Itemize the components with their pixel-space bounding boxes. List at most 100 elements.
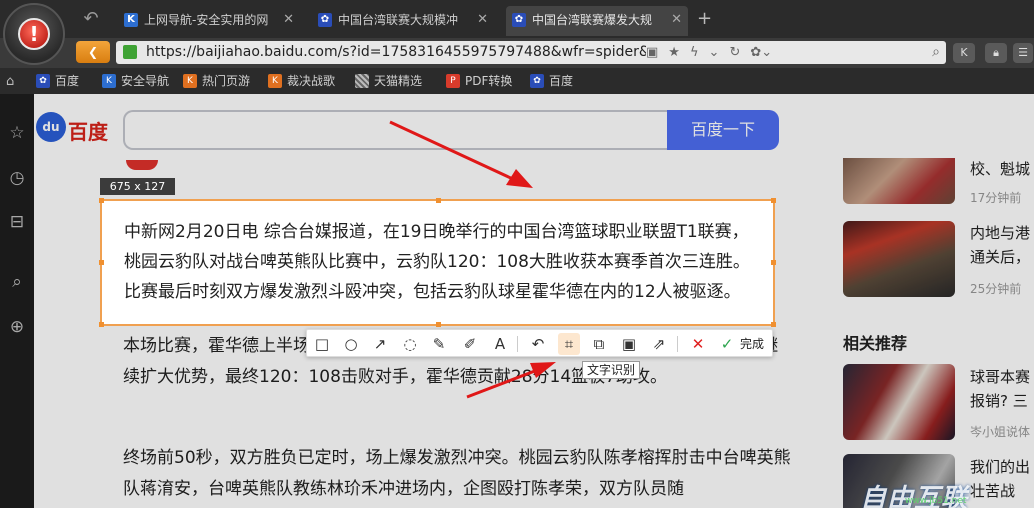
selection-size-label: 675 x 127 — [100, 178, 175, 195]
padlock-icon[interactable]: 🔒︎ — [985, 43, 1007, 63]
resize-handle[interactable] — [771, 322, 776, 327]
resize-handle[interactable] — [436, 322, 441, 327]
news-thumbnail[interactable] — [843, 158, 955, 204]
close-icon[interactable]: ✕ — [283, 6, 294, 34]
k-orange-icon: K — [183, 74, 197, 88]
share-icon[interactable]: ⇗ — [648, 333, 670, 355]
undo-icon[interactable]: ↶ — [527, 333, 549, 355]
resize-handle[interactable] — [99, 322, 104, 327]
resize-handle[interactable] — [99, 260, 104, 265]
resize-handle[interactable] — [99, 198, 104, 203]
news-title[interactable]: 球哥本赛 — [970, 366, 1030, 389]
speech-bubble-icon[interactable]: ◌ — [399, 333, 421, 355]
article-paragraph-3: 终场前50秒，双方胜负已定时，场上爆发激烈冲突。桃园云豹队陈孝榕挥肘击中台啤英熊… — [123, 448, 791, 499]
baidu-paw-icon: ✿ — [530, 74, 544, 88]
ocr-icon[interactable]: ⌗ — [558, 333, 580, 355]
news-title[interactable]: 校、魁城 — [970, 158, 1030, 181]
bookmark-label: 百度 — [549, 74, 574, 88]
star-icon[interactable]: ★ — [668, 45, 680, 60]
image-icon[interactable]: ▣ — [646, 45, 658, 60]
news-time: 25分钟前 — [970, 282, 1022, 296]
news-title[interactable]: 我们的出 — [970, 456, 1030, 479]
address-bar: ❮ https://baijiahao.baidu.com/s?id=17583… — [0, 38, 1034, 68]
clock-icon[interactable]: ◷ — [6, 167, 28, 189]
refresh-icon[interactable]: ↻ — [729, 45, 740, 60]
news-source: 岑小姐说体 — [970, 425, 1031, 439]
confirm-icon[interactable]: ✓ — [716, 333, 738, 355]
resize-handle[interactable] — [771, 198, 776, 203]
news-title[interactable]: 报销? 三 — [970, 390, 1028, 413]
text-icon[interactable]: A — [489, 333, 511, 355]
k-shield-icon: K — [124, 13, 138, 27]
baidu-logo-text: 百度 — [68, 120, 108, 144]
title-bar: ↶ K 上网导航-安全实用的网 ✕ ✿ 中国台湾联赛大规模冲 ✕ ✿ 中国台湾联… — [0, 0, 1034, 38]
close-icon[interactable]: ✕ — [477, 6, 488, 34]
new-tab-plus-icon[interactable]: + — [697, 9, 712, 29]
translate-icon[interactable]: ⧉ — [588, 333, 610, 355]
side-dock: ☆ ◷ ⊟ ⌕ ⊕ — [0, 94, 34, 508]
rectangle-icon[interactable]: □ — [311, 333, 333, 355]
bookmark-tmall[interactable]: 天猫精选 — [355, 73, 422, 89]
search-icon[interactable]: ⌕ — [6, 271, 28, 293]
tab-2[interactable]: ✿ 中国台湾联赛大规模冲 ✕ — [312, 6, 494, 36]
save-icon[interactable]: ▣ — [618, 333, 640, 355]
news-thumbnail[interactable] — [843, 221, 955, 297]
baidu-paw-icon: ✿ — [512, 13, 526, 27]
tab-label: 上网导航-安全实用的网 — [144, 13, 269, 27]
close-icon[interactable]: ✕ — [671, 6, 682, 34]
star-icon[interactable]: ☆ — [6, 122, 28, 144]
k-extension-icon[interactable]: K — [953, 43, 975, 63]
text-line: 中新网2月20日电 综合台媒报道，在19日晚举行的中国台湾篮球职业联盟T1联赛， — [124, 222, 749, 242]
done-button[interactable]: 完成 — [740, 334, 764, 354]
tab-3-active[interactable]: ✿ 中国台湾联赛爆发大规 ✕ — [506, 6, 688, 36]
bookmark-baidu[interactable]: ✿ 百度 — [36, 73, 79, 89]
alert-logo-icon: ! — [18, 18, 50, 50]
baidu-paw-icon: ✿ — [318, 13, 332, 27]
related-heading: 相关推荐 — [843, 334, 908, 353]
text-line: 桃园云豹队对战台啤英熊队比赛中，云豹队120：108大胜收获本赛季首次三连胜。 — [124, 252, 750, 272]
dropdown-icon[interactable]: ⌄ — [709, 45, 720, 60]
search-button[interactable]: 百度一下 — [667, 110, 779, 150]
bookmark-label: PDF转换 — [465, 74, 513, 88]
browser-window: ↶ K 上网导航-安全实用的网 ✕ ✿ 中国台湾联赛大规模冲 ✕ ✿ 中国台湾联… — [0, 0, 1034, 508]
news-title[interactable]: 壮苦战 — [970, 480, 1015, 503]
capture-toolbar: □ ○ ↗ ◌ ✎ ✐ A ↶ ⌗ ⧉ ▣ ⇗ ✕ ✓ 完成 — [306, 329, 773, 357]
brush-icon[interactable]: ✎ — [428, 333, 450, 355]
search-icon[interactable]: ⌕ — [932, 41, 940, 64]
bookmark-safe-nav[interactable]: K 安全导航 — [102, 73, 169, 89]
bookmarks-bar: ⌂ ✿ 百度 K 安全导航 K 热门页游 K 裁决战歌 天猫精选 P PDF转换 ✿ 百度 — [0, 68, 1034, 94]
bookmark-label: 热门页游 — [202, 74, 251, 88]
back-button[interactable]: ❮ — [76, 41, 110, 63]
tmall-icon — [355, 74, 369, 88]
tab-1[interactable]: K 上网导航-安全实用的网 ✕ — [118, 6, 300, 36]
cancel-icon[interactable]: ✕ — [687, 333, 709, 355]
watermark-url: www.jb51.net — [905, 496, 967, 506]
menu-icon[interactable]: ☰ — [1013, 43, 1033, 63]
pdf-icon: P — [446, 74, 460, 88]
ellipse-icon[interactable]: ○ — [340, 333, 362, 355]
bookmark-hot-games[interactable]: K 热门页游 — [183, 73, 250, 89]
search-input[interactable] — [123, 110, 669, 150]
marker-icon[interactable]: ✐ — [459, 333, 481, 355]
toolbox-icon[interactable]: ⊟ — [6, 211, 28, 233]
search-engine-icon[interactable]: ✿⌄ — [750, 45, 772, 60]
news-title[interactable]: 通关后， — [970, 246, 1030, 269]
home-icon[interactable]: ⌂ — [6, 74, 14, 89]
resize-handle[interactable] — [436, 198, 441, 203]
bookmark-pdf[interactable]: P PDF转换 — [446, 73, 512, 89]
url-field[interactable]: https://baijiahao.baidu.com/s?id=1758316… — [116, 41, 946, 64]
lightning-icon[interactable]: ϟ — [690, 45, 699, 60]
url-text: https://baijiahao.baidu.com/s?id=1758316… — [146, 44, 646, 60]
bookmark-war-song[interactable]: K 裁决战歌 — [268, 73, 335, 89]
gamepad-icon[interactable]: ⊕ — [6, 316, 28, 338]
baidu-paw-icon: ✿ — [36, 74, 50, 88]
bookmark-label: 天猫精选 — [374, 74, 423, 88]
capture-selection[interactable]: 中新网2月20日电 综合台媒报道，在19日晚举行的中国台湾篮球职业联盟T1联赛，… — [99, 198, 776, 327]
back-arrow-icon[interactable]: ↶ — [80, 9, 102, 29]
news-thumbnail[interactable] — [843, 364, 955, 440]
ocr-tooltip: 文字识别 — [582, 361, 641, 379]
news-title[interactable]: 内地与港 — [970, 222, 1030, 245]
browser-menu-button[interactable]: ! — [3, 3, 65, 65]
arrow-icon[interactable]: ↗ — [369, 333, 391, 355]
bookmark-baidu-2[interactable]: ✿ 百度 — [530, 73, 573, 89]
